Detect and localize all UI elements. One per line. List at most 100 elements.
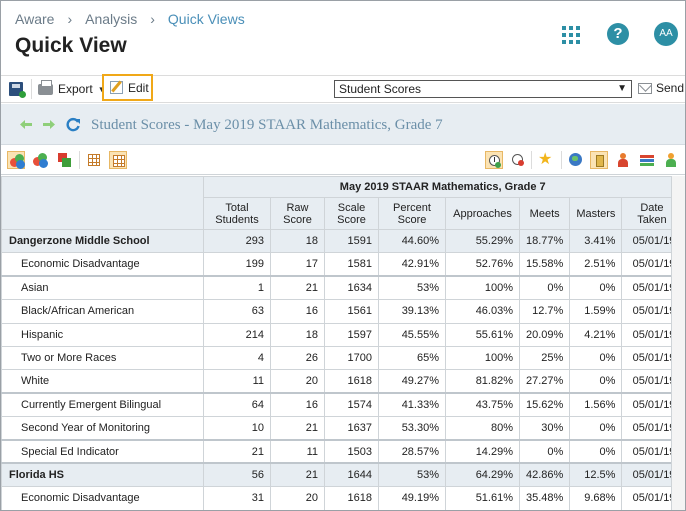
venn-chart-icon[interactable]: [7, 151, 25, 169]
column-header[interactable]: Total Students: [203, 197, 271, 230]
row-label: Florida HS: [1, 462, 204, 488]
table-cell: 3.41%: [569, 228, 623, 254]
printer-icon: [38, 79, 53, 95]
export-label: Export: [58, 82, 93, 96]
table-row[interactable]: Economic Disadvantage 31 20 1618 49.19% 51.61…: [1, 486, 683, 510]
table-cell: 293: [203, 228, 271, 254]
refresh-icon[interactable]: [66, 117, 81, 132]
table-cell: 80%: [445, 416, 520, 441]
table-cell: 49.27%: [378, 369, 446, 394]
table-cell: 52.76%: [445, 252, 520, 277]
table-cell: 14.29%: [445, 438, 520, 464]
globe-icon[interactable]: [567, 151, 585, 169]
table-cell: 0%: [569, 438, 623, 464]
table-cell: 28.57%: [378, 438, 446, 464]
table-cell: 0%: [569, 275, 623, 301]
table-cell: 1637: [324, 416, 379, 441]
save-icon[interactable]: [9, 82, 26, 98]
table-row[interactable]: Special Ed Indicator 21 11 1503 28.57% 14.29%…: [1, 438, 683, 464]
table-cell: 21: [203, 438, 271, 464]
table-cell: 0%: [518, 438, 571, 464]
table-cell: 39.13%: [378, 299, 446, 324]
table-cell: 53.30%: [378, 416, 446, 441]
teacher-icon[interactable]: [614, 151, 632, 169]
report-icon-toolbar: ★: [1, 146, 685, 175]
table-row[interactable]: White 11 20 1618 49.27% 81.82% 27.27% 0% 05/01/1…: [1, 369, 683, 394]
back-arrow-icon[interactable]: [20, 120, 32, 129]
breadcrumb: Aware › Analysis › Quick Views: [15, 11, 245, 27]
school-row[interactable]: Dangerzone Middle School 293 18 1591 44.60% 5…: [1, 228, 683, 254]
table-cell: 11: [203, 369, 271, 394]
table-cell: 26: [270, 345, 325, 371]
quick-view-window: Aware › Analysis › Quick Views Quick Vie…: [0, 0, 686, 511]
gauge-icon[interactable]: [509, 151, 527, 169]
edit-button[interactable]: Edit: [102, 74, 153, 101]
table-cell: 1700: [324, 345, 379, 371]
column-header[interactable]: Approaches: [445, 197, 520, 230]
scores-table-container: May 2019 STAAR Mathematics, Grade 7 Tota…: [1, 176, 685, 510]
envelope-icon: [638, 82, 652, 94]
table-cell: 31: [203, 486, 271, 510]
table-cell: 0%: [569, 416, 623, 441]
apps-grid-icon[interactable]: [562, 26, 580, 44]
table-cell: 18.77%: [518, 228, 571, 254]
table-cell: 1618: [324, 369, 379, 394]
table-cell: 10: [203, 416, 271, 441]
column-header[interactable]: Masters: [569, 197, 623, 230]
school-row[interactable]: Florida HS 56 21 1644 53% 64.29% 42.86% 12.5% 05…: [1, 462, 683, 488]
table-cell: 20: [270, 369, 325, 394]
table-cell: 15.62%: [518, 392, 571, 418]
star-icon[interactable]: ★: [538, 151, 556, 169]
row-label: Economic Disadvantage: [1, 486, 204, 510]
column-header[interactable]: Raw Score: [270, 197, 325, 230]
row-label: Special Ed Indicator: [1, 438, 204, 464]
row-label: Economic Disadvantage: [1, 252, 204, 277]
table-cell: 214: [203, 322, 271, 347]
clock-icon[interactable]: [485, 151, 503, 169]
table-cell: 45.55%: [378, 322, 446, 347]
vertical-scrollbar[interactable]: [671, 176, 685, 510]
table-grid-highlight-icon[interactable]: [109, 151, 127, 169]
assessment-group-header: May 2019 STAAR Mathematics, Grade 7: [202, 176, 683, 198]
table-grid-icon[interactable]: [85, 151, 103, 169]
books-icon[interactable]: [638, 151, 656, 169]
student-icon[interactable]: [662, 151, 680, 169]
table-cell: 1591: [324, 228, 379, 254]
table-cell: 11: [270, 438, 325, 464]
table-row[interactable]: Second Year of Monitoring 10 21 1637 53.30% 8…: [1, 416, 683, 441]
table-row[interactable]: Asian 1 21 1634 53% 100% 0% 0% 05/01/19: [1, 275, 683, 301]
table-row[interactable]: Economic Disadvantage 199 17 1581 42.91% 52.7…: [1, 252, 683, 277]
table-cell: 100%: [445, 275, 520, 301]
table-cell: 51.61%: [445, 486, 520, 510]
send-button[interactable]: Send: [638, 81, 684, 95]
table-row[interactable]: Hispanic 214 18 1597 45.55% 55.61% 20.09% 4.21%…: [1, 322, 683, 347]
view-select[interactable]: Student Scores ▼: [334, 80, 632, 98]
table-cell: 1597: [324, 322, 379, 347]
report-title-bar: Student Scores - May 2019 STAAR Mathemat…: [1, 104, 685, 145]
table-cell: 9.68%: [569, 486, 623, 510]
avatar[interactable]: AA: [654, 22, 678, 46]
breadcrumb-analysis[interactable]: Analysis: [85, 11, 137, 27]
swap-icon[interactable]: [55, 151, 73, 169]
breadcrumb-aware[interactable]: Aware: [15, 11, 54, 27]
table-cell: 100%: [445, 345, 520, 371]
venn-filter-icon[interactable]: [31, 151, 49, 169]
table-cell: 41.33%: [378, 392, 446, 418]
view-select-value: Student Scores: [339, 82, 422, 96]
table-cell: 1503: [324, 438, 379, 464]
breadcrumb-quick-views[interactable]: Quick Views: [168, 11, 245, 27]
table-cell: 1.56%: [569, 392, 623, 418]
table-row[interactable]: Black/African American 63 16 1561 39.13% 46.0…: [1, 299, 683, 324]
forward-arrow-icon[interactable]: [43, 120, 55, 129]
column-header[interactable]: Scale Score: [324, 197, 379, 230]
table-row[interactable]: Currently Emergent Bilingual 64 16 1574 41.3…: [1, 392, 683, 418]
building-icon[interactable]: [590, 151, 608, 169]
help-icon[interactable]: ?: [607, 23, 629, 45]
table-cell: 1561: [324, 299, 379, 324]
column-header[interactable]: Percent Score: [378, 197, 446, 230]
column-header[interactable]: Meets: [518, 197, 571, 230]
table-cell: 53%: [378, 462, 446, 488]
export-button[interactable]: Export ▼: [38, 79, 106, 99]
table-cell: 53%: [378, 275, 446, 301]
table-row[interactable]: Two or More Races 4 26 1700 65% 100% 25% 0% 05/0…: [1, 345, 683, 371]
